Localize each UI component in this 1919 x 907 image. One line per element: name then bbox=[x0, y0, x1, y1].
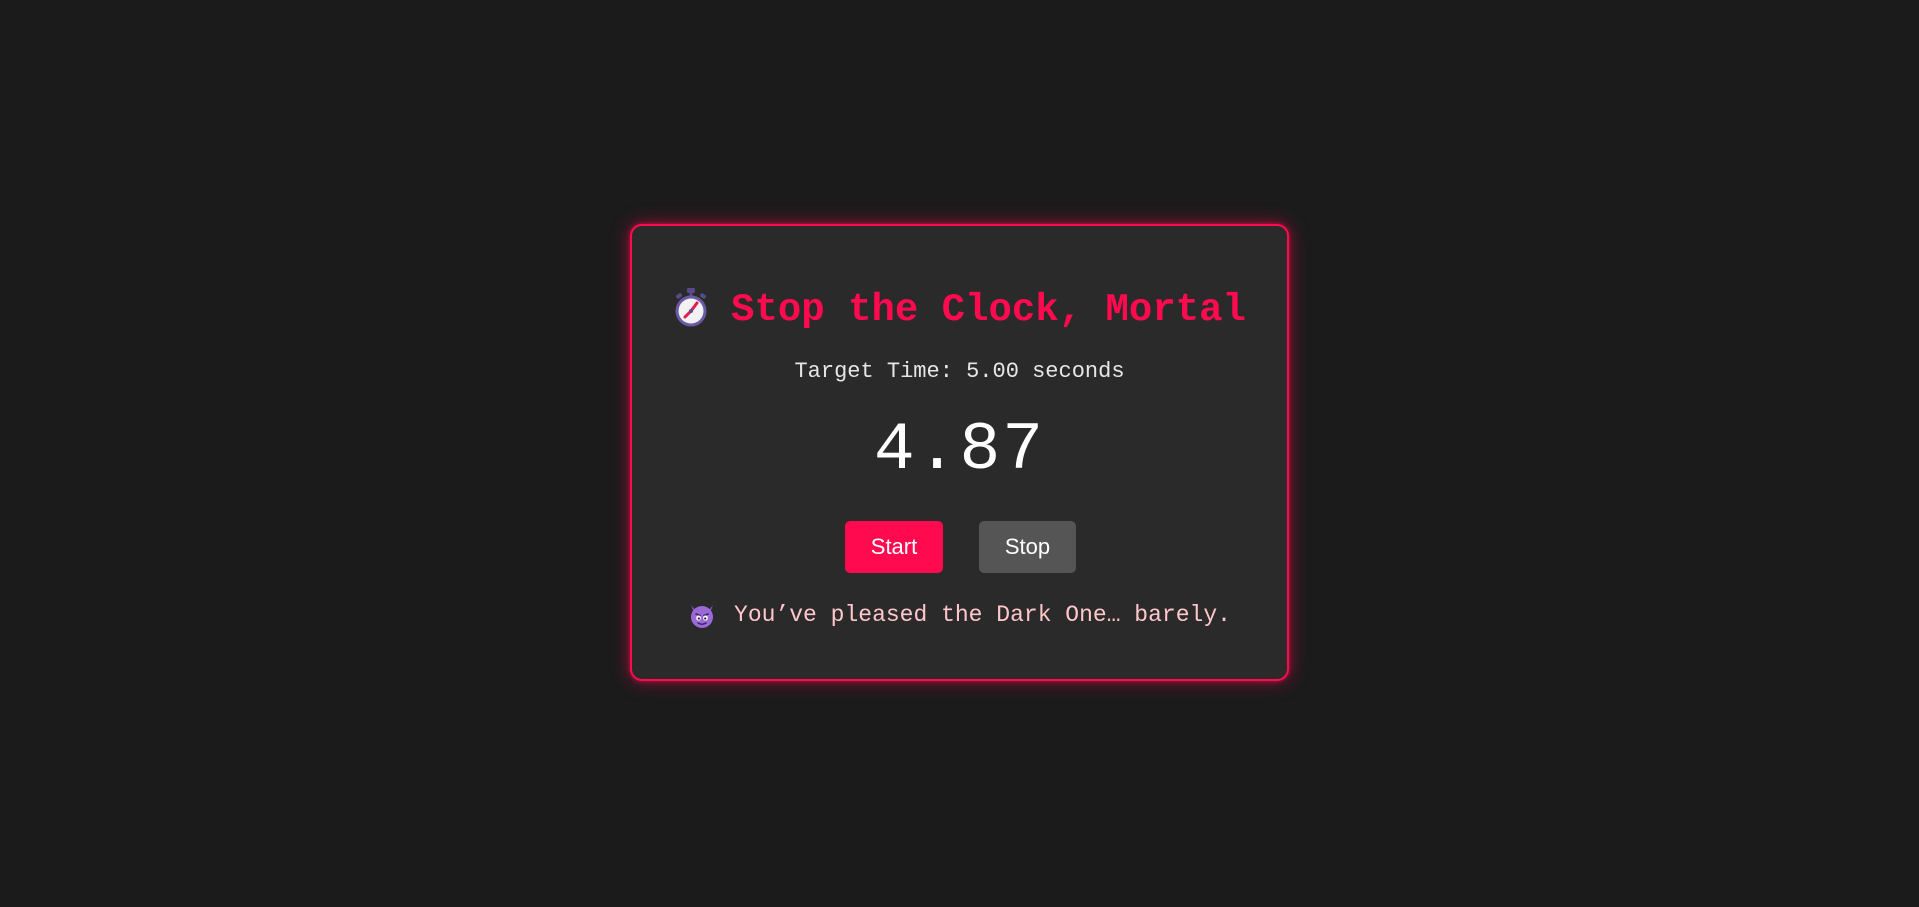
target-time: Target Time: 5.00 seconds bbox=[794, 359, 1125, 384]
stopwatch-icon bbox=[675, 288, 707, 327]
start-button[interactable]: Start bbox=[845, 521, 943, 573]
game-title: Stop the Clock, Mortal bbox=[632, 286, 1287, 334]
timer-display: 4.87 bbox=[873, 412, 1046, 489]
game-title-text: Stop the Clock, Mortal bbox=[731, 288, 1246, 332]
result-message-text: You’ve pleased the Dark One… barely. bbox=[734, 602, 1231, 628]
game-card: Stop the Clock, Mortal Target Time: 5.00… bbox=[630, 224, 1289, 681]
result-message: You’ve pleased the Dark One… barely. bbox=[632, 600, 1287, 630]
smiling-devil-icon bbox=[691, 605, 714, 628]
page: Stop the Clock, Mortal Target Time: 5.00… bbox=[0, 0, 1919, 907]
stop-button[interactable]: Stop bbox=[979, 521, 1076, 573]
